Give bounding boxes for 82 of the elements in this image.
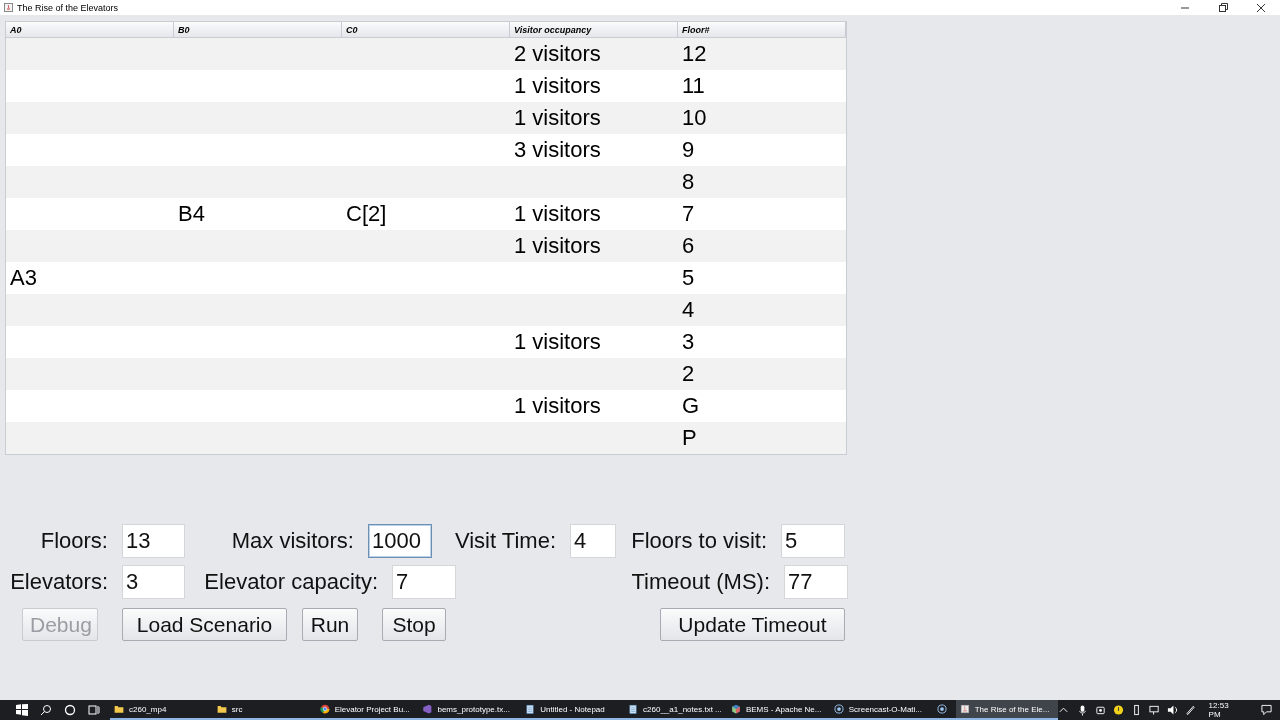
microphone-icon (1076, 704, 1088, 716)
table-cell-text: 9 (681, 137, 695, 163)
table-cell-text: 10 (681, 105, 707, 131)
field-label: Timeout (MS): (630, 569, 770, 595)
column-header[interactable]: Visitor occupancy (510, 22, 678, 37)
app-icon (959, 704, 970, 714)
record-icon (833, 704, 844, 714)
input-field[interactable]: 7 (392, 565, 456, 599)
search-icon[interactable] (40, 704, 52, 716)
taskbar-item[interactable]: bems_prototype.tx... (418, 700, 522, 720)
input-field[interactable]: 77 (784, 565, 848, 599)
table-cell-text: 7 (681, 201, 695, 227)
windows-icon[interactable] (16, 704, 28, 716)
input-field[interactable]: 3 (122, 565, 185, 599)
editor-icon (422, 704, 433, 714)
camera-icon (1094, 704, 1106, 716)
table-cell-text: 4 (681, 297, 695, 323)
action-button[interactable]: Load Scenario (122, 608, 287, 641)
warning-icon (1112, 704, 1124, 716)
action-button[interactable]: Stop (382, 608, 446, 641)
table-cell-text: C[2] (345, 201, 387, 227)
folder-icon (216, 704, 227, 714)
table-cell-text: A3 (9, 265, 37, 291)
network-icon (1148, 704, 1160, 716)
input-field[interactable]: 13 (122, 524, 185, 558)
browser-icon (319, 704, 330, 714)
table-cell-text: 1 visitors (513, 105, 601, 131)
table-cell-text: 5 (681, 265, 695, 291)
window-title: The Rise of the Elevators (17, 2, 120, 13)
circle-icon[interactable] (64, 704, 76, 716)
folder-icon (114, 704, 124, 714)
table-cell-text: 3 (681, 329, 695, 355)
app-icon (4, 3, 13, 12)
column-header[interactable]: A0 (6, 22, 174, 37)
table-cell-text: G (681, 393, 700, 419)
table-cell-text: 8 (681, 169, 695, 195)
table-cell-text: B4 (177, 201, 205, 227)
input-field[interactable]: 5 (781, 524, 845, 558)
table-cell-text: 3 visitors (513, 137, 601, 163)
table-cell-text: 1 visitors (513, 233, 601, 259)
table-cell-text: 2 (681, 361, 695, 387)
task-view-icon[interactable] (88, 704, 100, 716)
field-label: Floors: (39, 528, 108, 554)
record-icon (936, 704, 947, 714)
speaker-icon (1166, 704, 1178, 716)
taskbar-item[interactable]: Elevator Project Bu... (315, 700, 419, 720)
table-cell-text: 1 visitors (513, 329, 601, 355)
table-cell-text: 11 (681, 73, 705, 99)
restore-icon[interactable] (1218, 2, 1228, 13)
taskbar-item[interactable]: c260_mp4 (110, 700, 213, 720)
taskbar-item[interactable]: src (212, 700, 316, 720)
taskbar-item[interactable]: The Rise of the Ele... (955, 700, 1059, 720)
input-field[interactable]: 4 (570, 524, 616, 558)
table-cell-text: 1 visitors (513, 201, 601, 227)
field-label: Max visitors: (230, 528, 354, 554)
table-cell-text: 1 visitors (513, 73, 601, 99)
table-cell-text: 1 visitors (513, 393, 601, 419)
cube-icon (730, 704, 741, 714)
taskbar-item[interactable]: BEMS - Apache Ne... (726, 700, 830, 720)
taskbar-item[interactable]: Untitled - Notepad (521, 700, 625, 720)
field-label: Visit Time: (453, 528, 556, 554)
input-field[interactable]: 1000 (368, 524, 432, 558)
clock[interactable]: 12:53 PM (1208, 701, 1241, 719)
notification-icon (1261, 704, 1273, 716)
column-header[interactable]: Floor# (678, 22, 846, 37)
column-header[interactable]: B0 (174, 22, 342, 37)
notepad-icon (628, 704, 639, 714)
notepad-icon (525, 704, 536, 714)
action-button[interactable]: Run (302, 608, 358, 641)
column-header[interactable]: C0 (342, 22, 510, 37)
action-button[interactable]: Update Timeout (660, 608, 845, 641)
taskbar-item[interactable]: Screencast-O-Mati... (829, 700, 933, 720)
field-label: Elevators: (9, 569, 108, 595)
taskbar-item[interactable]: c260__a1_notes.txt ... (624, 700, 727, 720)
table-cell-text: 2 visitors (513, 41, 601, 67)
pen-icon (1184, 704, 1196, 716)
close-icon[interactable] (1256, 2, 1266, 13)
field-label: Elevator capacity: (203, 569, 378, 595)
table-cell-text: 12 (681, 41, 707, 67)
table-cell-text: P (681, 425, 697, 451)
table-cell-text: 6 (681, 233, 695, 259)
field-label: Floors to visit: (630, 528, 767, 554)
